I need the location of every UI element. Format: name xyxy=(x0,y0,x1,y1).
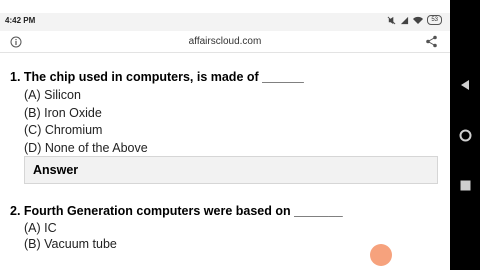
answer-toggle[interactable]: Answer xyxy=(24,156,438,184)
question-1-option-c: (C) Chromium xyxy=(24,123,103,137)
question-1-option-a: (A) Silicon xyxy=(24,88,81,102)
phone-screen: 4:42 PM 53 affairscloud.com 1. The chip … xyxy=(0,0,450,270)
back-icon xyxy=(461,80,469,90)
floating-touch-indicator xyxy=(370,244,392,266)
battery-indicator: 53 xyxy=(427,15,442,25)
status-icons: 53 xyxy=(387,15,442,25)
navigation-bar xyxy=(450,0,480,270)
home-button[interactable] xyxy=(458,128,472,142)
back-button[interactable] xyxy=(458,78,472,92)
signal-icon xyxy=(401,16,409,24)
status-bar: 4:42 PM 53 xyxy=(0,13,450,31)
recents-button[interactable] xyxy=(458,178,472,192)
home-icon xyxy=(459,129,471,141)
url-text[interactable]: affairscloud.com xyxy=(0,36,450,47)
question-2-title: 2. Fourth Generation computers were base… xyxy=(10,204,343,218)
share-icon[interactable] xyxy=(425,35,438,48)
answer-label: Answer xyxy=(33,163,79,177)
address-bar: affairscloud.com xyxy=(0,31,450,53)
question-2-option-b: (B) Vacuum tube xyxy=(24,237,117,251)
question-1-title: 1. The chip used in computers, is made o… xyxy=(10,70,304,84)
question-1-option-b: (B) Iron Oxide xyxy=(24,106,102,120)
status-time: 4:42 PM xyxy=(5,16,36,25)
wifi-icon xyxy=(413,16,424,24)
question-1-option-d: (D) None of the Above xyxy=(24,141,148,155)
question-2-option-a: (A) IC xyxy=(24,221,57,235)
recents-icon xyxy=(460,180,470,190)
mute-icon xyxy=(387,16,396,24)
